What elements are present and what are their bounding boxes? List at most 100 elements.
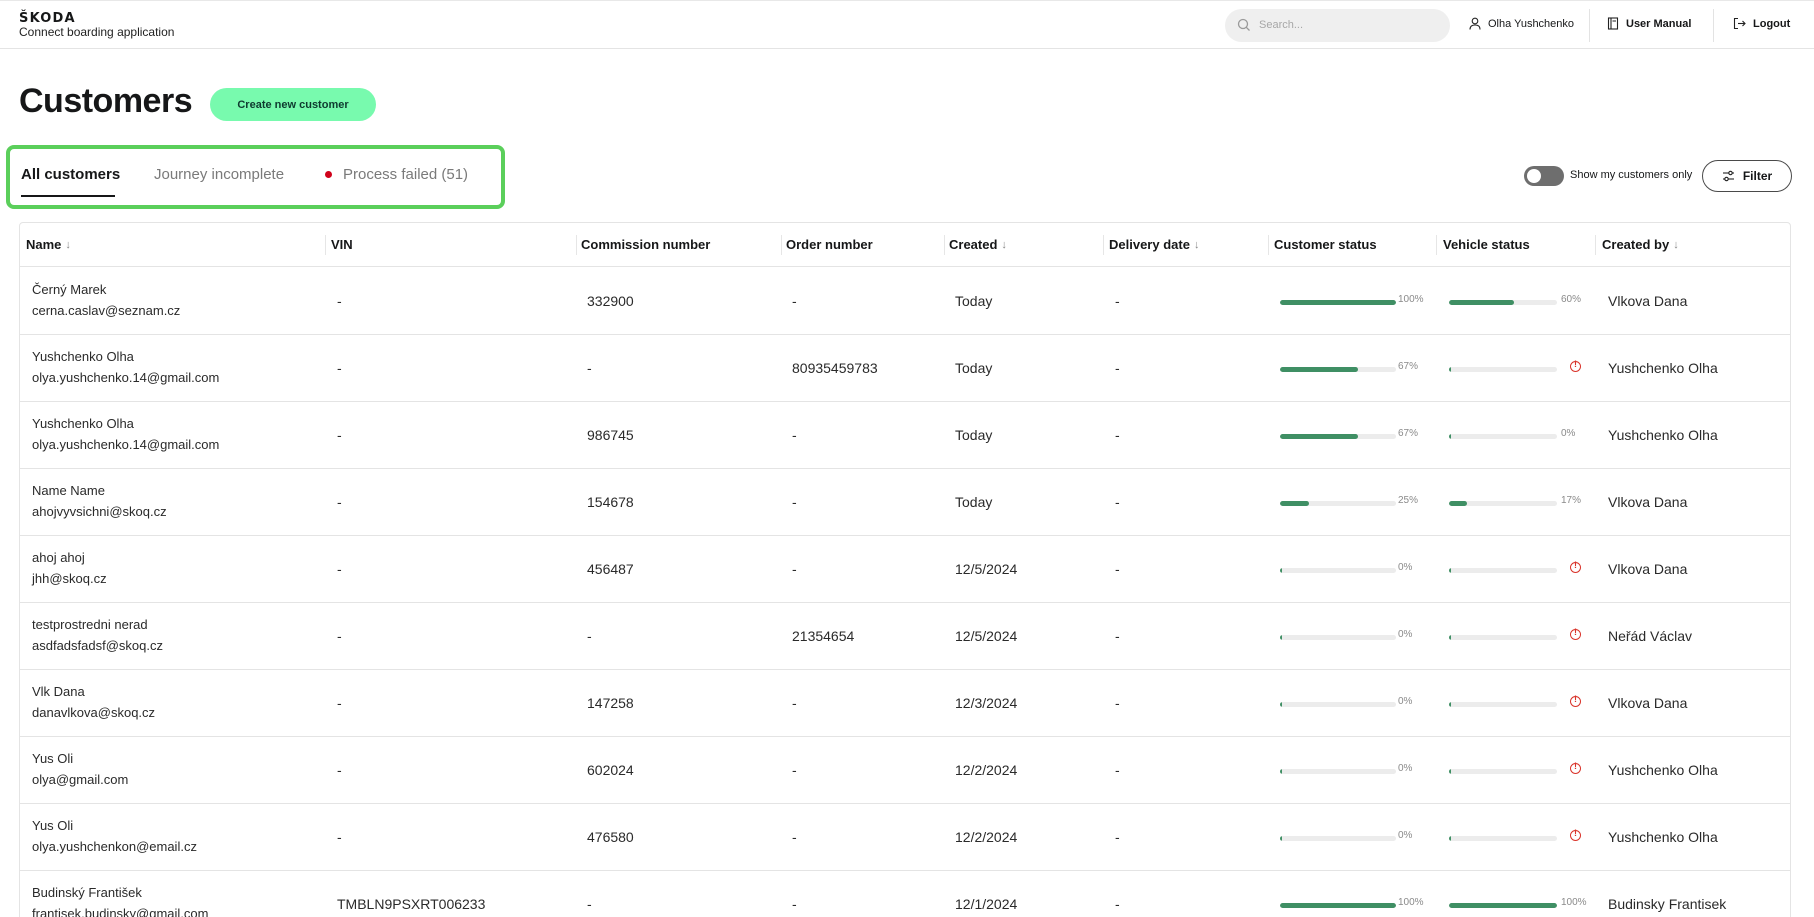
tab-process-failed[interactable]: Process failed (51) bbox=[343, 166, 468, 183]
progress-fill bbox=[1280, 501, 1309, 506]
vin-cell: - bbox=[337, 695, 342, 711]
order-number-cell: - bbox=[792, 762, 797, 778]
table-row[interactable]: Yushchenko Olha olya.yushchenko.14@gmail.… bbox=[20, 335, 1790, 402]
user-manual-label: User Manual bbox=[1626, 17, 1692, 30]
column-header-vehicle-status[interactable]: Vehicle status bbox=[1443, 237, 1530, 252]
brand[interactable]: ŠKODA Connect boarding application bbox=[19, 12, 174, 39]
customer-name: Yus Oli bbox=[32, 751, 74, 766]
customer-name: Černý Marek bbox=[32, 282, 107, 297]
tab-journey-incomplete[interactable]: Journey incomplete bbox=[154, 166, 284, 183]
column-header-order[interactable]: Order number bbox=[786, 237, 873, 252]
table-row[interactable]: Budinský František frantisek.budinsky@gma… bbox=[20, 871, 1790, 917]
progress-fill bbox=[1280, 434, 1358, 439]
top-bar: ŠKODA Connect boarding application Olha … bbox=[0, 0, 1814, 49]
table-header: Name ↓ VIN Commission number Order number… bbox=[20, 223, 1790, 267]
toggle-knob bbox=[1527, 169, 1541, 183]
table-row[interactable]: Yushchenko Olha olya.yushchenko.14@gmail.… bbox=[20, 402, 1790, 469]
created-cell: Today bbox=[955, 427, 993, 443]
vehicle-status-progress bbox=[1449, 367, 1557, 372]
created-by-cell: Budinsky Frantisek bbox=[1608, 896, 1727, 912]
vehicle-status-percent: 0% bbox=[1561, 428, 1576, 439]
customer-email: ahojvyvsichni@skoq.cz bbox=[32, 504, 167, 519]
vin-cell: - bbox=[337, 829, 342, 845]
customer-name: Name Name bbox=[32, 483, 105, 498]
progress-fill bbox=[1280, 903, 1396, 908]
table-row[interactable]: Vlk Dana danavlkova@skoq.cz - 147258 - 12/3/2… bbox=[20, 670, 1790, 737]
order-number-cell: - bbox=[792, 829, 797, 845]
table-row[interactable]: testprostredni nerad asdfadsfadsf@skoq.cz… bbox=[20, 603, 1790, 670]
search-input[interactable] bbox=[1259, 15, 1439, 35]
error-icon[interactable] bbox=[1570, 560, 1581, 573]
progress-fill bbox=[1280, 568, 1282, 573]
delivery-date-cell: - bbox=[1115, 829, 1120, 845]
created-by-cell: Yushchenko Olha bbox=[1608, 829, 1718, 845]
column-header-created-by[interactable]: Created by ↓ bbox=[1602, 237, 1679, 252]
progress-fill bbox=[1449, 300, 1514, 305]
order-number-cell: 21354654 bbox=[792, 628, 855, 644]
commission-number-cell: 332900 bbox=[587, 293, 634, 309]
vehicle-status-progress bbox=[1449, 568, 1557, 573]
delivery-date-cell: - bbox=[1115, 293, 1120, 309]
order-number-cell: - bbox=[792, 293, 797, 309]
created-cell: 12/3/2024 bbox=[955, 695, 1018, 711]
created-cell: 12/2/2024 bbox=[955, 762, 1018, 778]
header-divider bbox=[1713, 9, 1714, 42]
table-row[interactable]: Name Name ahojvyvsichni@skoq.cz - 154678 - To… bbox=[20, 469, 1790, 536]
vehicle-status-progress bbox=[1449, 635, 1557, 640]
table-row[interactable]: Černý Marek cerna.caslav@seznam.cz - 332900… bbox=[20, 268, 1790, 335]
commission-number-cell: - bbox=[587, 360, 592, 376]
customer-status-progress bbox=[1280, 702, 1396, 707]
customer-name: Yus Oli bbox=[32, 818, 74, 833]
customer-email: olya.yushchenko.14@gmail.com bbox=[32, 370, 220, 385]
customer-email: olya.yushchenkon@email.cz bbox=[32, 839, 197, 854]
column-header-delivery[interactable]: Delivery date ↓ bbox=[1109, 237, 1199, 252]
error-icon[interactable] bbox=[1570, 828, 1581, 841]
column-divider bbox=[944, 235, 945, 255]
error-icon[interactable] bbox=[1570, 359, 1581, 372]
sort-arrow-icon: ↓ bbox=[1001, 238, 1007, 251]
error-icon[interactable] bbox=[1570, 694, 1581, 707]
vehicle-status-progress bbox=[1449, 434, 1557, 439]
customer-name: Yushchenko Olha bbox=[32, 416, 134, 431]
header-divider bbox=[1589, 9, 1590, 42]
vin-cell: - bbox=[337, 561, 342, 577]
tab-all-customers[interactable]: All customers bbox=[21, 166, 120, 183]
user-profile[interactable]: Olha Yushchenko bbox=[1469, 17, 1574, 30]
progress-fill bbox=[1449, 501, 1468, 506]
column-header-vin[interactable]: VIN bbox=[331, 237, 353, 252]
vin-cell: - bbox=[337, 628, 342, 644]
vehicle-status-percent: 60% bbox=[1561, 294, 1582, 305]
skoda-logo: ŠKODA bbox=[19, 11, 76, 26]
customer-status-progress bbox=[1280, 635, 1396, 640]
column-header-created[interactable]: Created ↓ bbox=[949, 237, 1007, 252]
user-manual-link[interactable]: User Manual bbox=[1607, 17, 1691, 30]
progress-fill bbox=[1449, 434, 1451, 439]
customer-status-progress bbox=[1280, 836, 1396, 841]
customer-status-progress bbox=[1280, 367, 1396, 372]
column-divider bbox=[325, 235, 326, 255]
search-box[interactable] bbox=[1225, 9, 1450, 42]
customer-email: jhh@skoq.cz bbox=[32, 571, 107, 586]
my-customers-toggle[interactable] bbox=[1524, 166, 1564, 186]
create-customer-button[interactable]: Create new customer bbox=[210, 88, 376, 121]
filter-button[interactable]: Filter bbox=[1702, 160, 1792, 192]
customer-status-percent: 0% bbox=[1398, 562, 1413, 573]
logout-button[interactable]: Logout bbox=[1733, 17, 1790, 30]
delivery-date-cell: - bbox=[1115, 494, 1120, 510]
error-icon[interactable] bbox=[1570, 761, 1581, 774]
column-header-name[interactable]: Name ↓ bbox=[26, 237, 71, 252]
customer-status-percent: 0% bbox=[1398, 696, 1413, 707]
column-label: VIN bbox=[331, 237, 353, 252]
customer-status-progress bbox=[1280, 769, 1396, 774]
table-row[interactable]: Yus Oli olya@gmail.com - 602024 - 12/2/2024 - 0… bbox=[20, 737, 1790, 804]
error-icon[interactable] bbox=[1570, 627, 1581, 640]
table-row[interactable]: Yus Oli olya.yushchenkon@email.cz - 476580 -… bbox=[20, 804, 1790, 871]
column-header-commission[interactable]: Commission number bbox=[581, 237, 710, 252]
delivery-date-cell: - bbox=[1115, 896, 1120, 912]
active-tab-indicator bbox=[21, 195, 115, 197]
vin-cell: - bbox=[337, 494, 342, 510]
column-header-customer-status[interactable]: Customer status bbox=[1274, 237, 1377, 252]
commission-number-cell: - bbox=[587, 628, 592, 644]
progress-fill bbox=[1280, 702, 1282, 707]
table-row[interactable]: ahoj ahoj jhh@skoq.cz - 456487 - 12/5/2024 - 0%… bbox=[20, 536, 1790, 603]
